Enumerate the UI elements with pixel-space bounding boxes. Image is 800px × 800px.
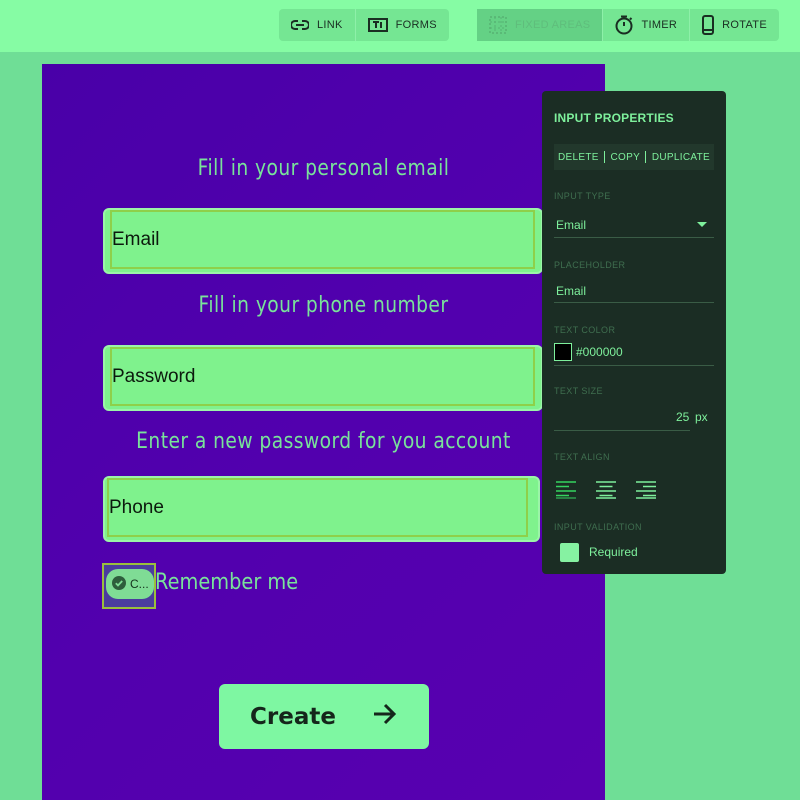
password-field-label: Enter a new password for you account bbox=[136, 429, 511, 454]
remember-checkbox[interactable]: C... bbox=[102, 563, 156, 609]
align-center-icon[interactable] bbox=[596, 481, 616, 499]
rotate-button[interactable]: ROTATE bbox=[689, 9, 779, 41]
phone-field-label: Fill in your phone number bbox=[198, 293, 449, 318]
link-label: LINK bbox=[317, 19, 343, 31]
phone-field[interactable] bbox=[103, 476, 540, 542]
text-color-value[interactable]: #000000 bbox=[576, 345, 623, 359]
phone-icon bbox=[702, 15, 715, 35]
text-size-input[interactable]: 25 bbox=[676, 410, 689, 424]
required-checkbox[interactable] bbox=[560, 543, 579, 562]
delete-button[interactable]: DELETE bbox=[558, 152, 599, 163]
rotate-label: ROTATE bbox=[722, 19, 767, 31]
text-align-group bbox=[556, 481, 656, 499]
duplicate-button[interactable]: DUPLICATE bbox=[652, 152, 710, 163]
dropdown-arrow-icon[interactable] bbox=[697, 222, 707, 227]
forms-icon bbox=[367, 18, 388, 32]
password-field[interactable] bbox=[103, 345, 543, 411]
divider bbox=[645, 151, 647, 163]
phone-field-selection bbox=[107, 478, 528, 537]
remember-me-label: Remember me bbox=[155, 570, 299, 595]
panel-actions: DELETE COPY DUPLICATE bbox=[554, 144, 714, 170]
toolbar-group-right: FIXED AREAS TIMER ROTATE bbox=[477, 9, 779, 41]
align-right-icon[interactable] bbox=[636, 481, 656, 499]
link-icon bbox=[291, 19, 309, 31]
form-canvas: Fill in your personal email Fill in your… bbox=[42, 64, 605, 800]
required-label: Required bbox=[589, 545, 638, 559]
timer-label: TIMER bbox=[641, 19, 678, 31]
input-type-select[interactable]: Email bbox=[556, 218, 586, 232]
arrow-right-icon bbox=[372, 703, 398, 731]
password-field-selection bbox=[110, 347, 535, 406]
create-button[interactable]: Create bbox=[219, 684, 429, 749]
toolbar-group-left: LINK FORMS bbox=[279, 9, 449, 41]
placeholder-input[interactable]: Email bbox=[556, 284, 586, 298]
fixed-areas-icon bbox=[489, 16, 507, 34]
fixed-areas-button[interactable]: FIXED AREAS bbox=[477, 9, 603, 41]
forms-label: FORMS bbox=[395, 19, 437, 31]
copy-button[interactable]: COPY bbox=[611, 152, 641, 163]
email-field-selection bbox=[110, 210, 535, 269]
text-size-label: TEXT SIZE bbox=[554, 386, 603, 396]
color-swatch[interactable] bbox=[554, 343, 572, 361]
forms-button[interactable]: FORMS bbox=[354, 9, 449, 41]
timer-button[interactable]: TIMER bbox=[602, 9, 689, 41]
email-field[interactable] bbox=[103, 208, 543, 274]
text-align-label: TEXT ALIGN bbox=[554, 452, 610, 462]
phone-input[interactable] bbox=[109, 496, 526, 519]
divider bbox=[554, 302, 714, 303]
password-input[interactable] bbox=[112, 365, 533, 388]
input-type-label: INPUT TYPE bbox=[554, 191, 611, 201]
divider bbox=[604, 151, 606, 163]
timer-icon bbox=[615, 15, 633, 35]
input-validation-label: INPUT VALIDATION bbox=[554, 522, 642, 532]
divider bbox=[554, 237, 714, 238]
divider bbox=[554, 430, 690, 431]
email-field-label: Fill in your personal email bbox=[197, 156, 450, 181]
link-button[interactable]: LINK bbox=[279, 9, 355, 41]
top-toolbar: LINK FORMS FIXED AREAS TIMER ROTATE bbox=[0, 0, 800, 52]
input-properties-panel: INPUT PROPERTIES DELETE COPY DUPLICATE I… bbox=[542, 91, 726, 574]
fixed-areas-label: FIXED AREAS bbox=[515, 19, 591, 31]
divider bbox=[554, 365, 714, 366]
check-circle-icon bbox=[112, 575, 126, 593]
placeholder-label: PLACEHOLDER bbox=[554, 260, 626, 270]
create-button-label: Create bbox=[250, 703, 336, 730]
checkbox-chip-label: C... bbox=[130, 577, 149, 591]
text-size-unit: px bbox=[695, 410, 708, 424]
panel-title: INPUT PROPERTIES bbox=[554, 111, 674, 125]
email-input[interactable] bbox=[112, 228, 533, 251]
checkbox-chip[interactable]: C... bbox=[106, 569, 154, 599]
align-left-icon[interactable] bbox=[556, 481, 576, 499]
text-color-label: TEXT COLOR bbox=[554, 325, 616, 335]
